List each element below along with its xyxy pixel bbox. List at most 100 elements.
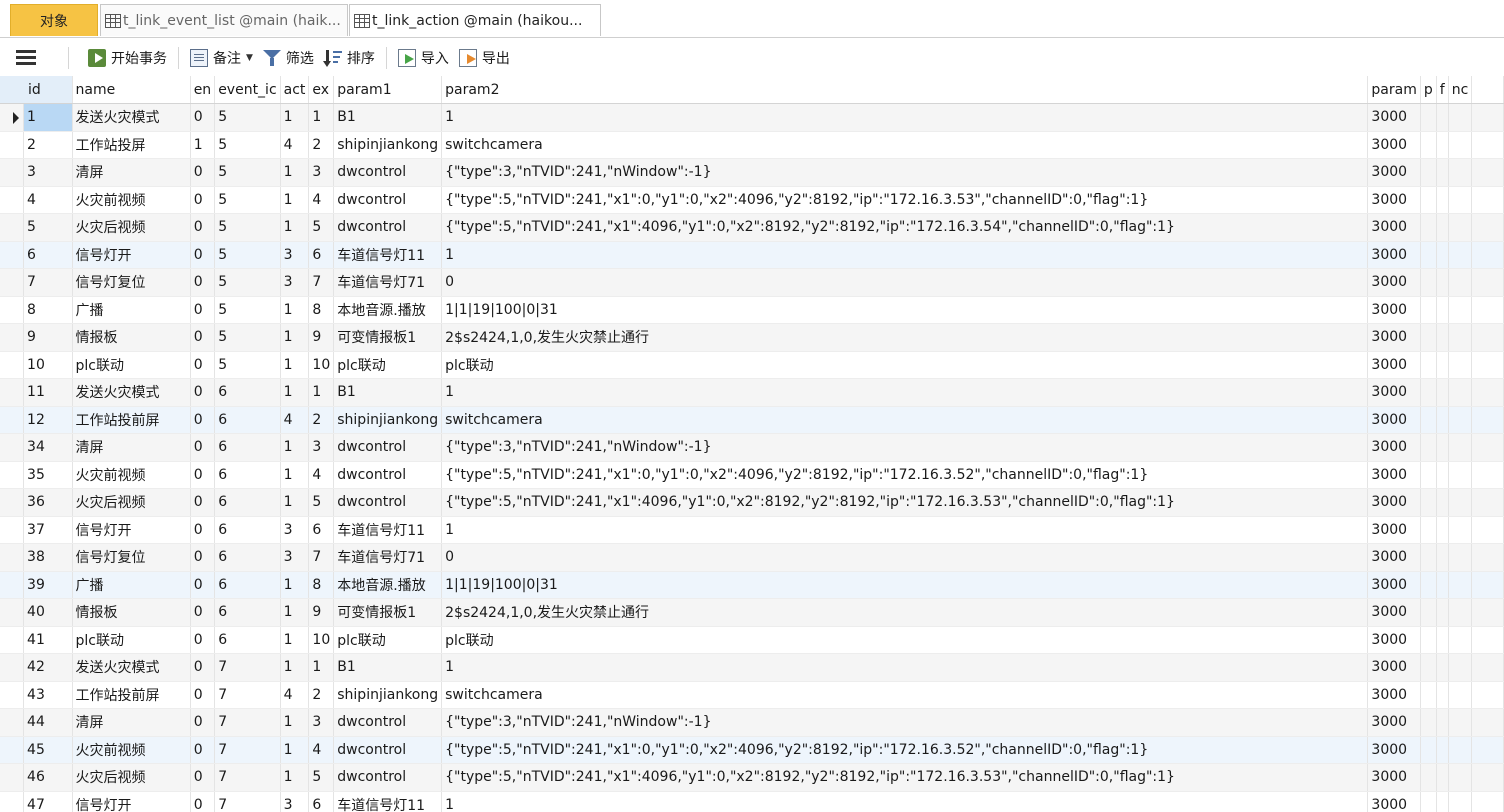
cell-empty[interactable] [1436,433,1449,462]
cell-ex[interactable]: 8 [308,296,335,324]
table-row[interactable]: 42 发送火灾模式 0 7 1 1 B1 1 3000 [0,653,1504,682]
cell-param1[interactable]: dwcontrol [333,461,443,489]
table-row[interactable]: 6 信号灯开 0 5 3 6 车道信号灯11 1 3000 [0,241,1504,269]
column-header-ex[interactable]: ex [308,76,335,104]
cell-param2[interactable]: 1|1|19|100|0|31 [441,571,1369,599]
cell-ex[interactable]: 9 [308,598,335,627]
cell-param2[interactable]: {"type":5,"nTVID":241,"x1":0,"y1":0,"x2"… [441,736,1369,764]
cell-empty[interactable] [1420,791,1437,812]
cell-name[interactable]: 清屏 [72,433,191,462]
cell-param1[interactable]: B1 [333,103,443,132]
cell-en[interactable]: 0 [190,158,216,187]
column-header-id[interactable]: id [0,76,73,104]
cell-empty[interactable] [1448,626,1473,654]
cell-en[interactable]: 1 [190,131,216,159]
cell-act[interactable]: 3 [280,791,310,812]
cell-event-id[interactable]: 5 [214,296,281,324]
cell-param3[interactable]: 3000 [1367,681,1421,709]
cell-event-id[interactable]: 7 [214,708,281,737]
cell-param3[interactable]: 3000 [1367,378,1421,407]
table-row[interactable]: 3 清屏 0 5 1 3 dwcontrol {"type":3,"nTVID":241,"n… [0,158,1504,187]
cell-empty[interactable] [1436,378,1449,407]
cell-ex[interactable]: 7 [308,268,335,297]
row-selector[interactable] [0,406,25,434]
cell-en[interactable]: 0 [190,378,216,407]
menu-icon[interactable] [16,49,36,66]
cell-name[interactable]: 信号灯开 [72,791,191,812]
cell-name[interactable]: 广播 [72,571,191,599]
cell-id[interactable]: 6 [23,241,73,269]
cell-empty[interactable] [1436,543,1449,572]
cell-act[interactable]: 3 [280,241,310,269]
cell-empty[interactable] [1448,516,1473,544]
cell-name[interactable]: 火灾前视频 [72,461,191,489]
cell-empty[interactable] [1420,268,1437,297]
cell-ex[interactable]: 4 [308,186,335,214]
cell-param2[interactable]: 1 [441,516,1369,544]
cell-param1[interactable]: B1 [333,378,443,407]
table-row[interactable]: 2 工作站投屏 1 5 4 2 shipinjiankong switchcamera 3000 [0,131,1504,159]
cell-en[interactable]: 0 [190,296,216,324]
cell-act[interactable]: 1 [280,571,310,599]
cell-act[interactable]: 1 [280,323,310,352]
cell-event-id[interactable]: 6 [214,433,281,462]
row-selector[interactable] [0,653,25,682]
cell-en[interactable]: 0 [190,681,216,709]
cell-act[interactable]: 1 [280,488,310,517]
cell-param2[interactable]: {"type":5,"nTVID":241,"x1":4096,"y1":0,"… [441,213,1369,242]
cell-en[interactable]: 0 [190,708,216,737]
cell-param2[interactable]: {"type":3,"nTVID":241,"nWindow":-1} [441,158,1369,187]
cell-param1[interactable]: dwcontrol [333,488,443,517]
cell-id[interactable]: 37 [23,516,73,544]
cell-id[interactable]: 35 [23,461,73,489]
cell-param3[interactable]: 3000 [1367,158,1421,187]
cell-param1[interactable]: dwcontrol [333,736,443,764]
cell-param2[interactable]: 1 [441,791,1369,812]
cell-empty[interactable] [1436,158,1449,187]
cell-ex[interactable]: 7 [308,543,335,572]
cell-en[interactable]: 0 [190,763,216,792]
cell-act[interactable]: 1 [280,763,310,792]
cell-empty[interactable] [1448,461,1473,489]
cell-name[interactable]: 火灾后视频 [72,488,191,517]
cell-param1[interactable]: 车道信号灯71 [333,268,443,297]
cell-param2[interactable]: 2$s2424,1,0,发生火灾禁止通行 [441,323,1369,352]
cell-id[interactable]: 46 [23,763,73,792]
cell-event-id[interactable]: 5 [214,213,281,242]
cell-param1[interactable]: shipinjiankong [333,681,443,709]
cell-ex[interactable]: 5 [308,488,335,517]
cell-ex[interactable]: 9 [308,323,335,352]
cell-empty[interactable] [1448,406,1473,434]
cell-act[interactable]: 1 [280,213,310,242]
cell-empty[interactable] [1420,351,1437,379]
cell-empty[interactable] [1420,736,1437,764]
cell-act[interactable]: 1 [280,653,310,682]
table-row[interactable]: 12 工作站投前屏 0 6 4 2 shipinjiankong switchcamera 30… [0,406,1504,434]
cell-empty[interactable] [1420,186,1437,214]
cell-param2[interactable]: {"type":3,"nTVID":241,"nWindow":-1} [441,708,1369,737]
cell-empty[interactable] [1436,351,1449,379]
cell-empty[interactable] [1448,158,1473,187]
cell-id[interactable]: 7 [23,268,73,297]
cell-event-id[interactable]: 5 [214,351,281,379]
cell-ex[interactable]: 5 [308,763,335,792]
cell-param1[interactable]: dwcontrol [333,763,443,792]
cell-param2[interactable]: {"type":3,"nTVID":241,"nWindow":-1} [441,433,1369,462]
cell-empty[interactable] [1420,543,1437,572]
cell-empty[interactable] [1436,571,1449,599]
table-row[interactable]: 1 发送火灾模式 0 5 1 1 B1 1 3000 [0,103,1504,132]
cell-id[interactable]: 45 [23,736,73,764]
cell-ex[interactable]: 3 [308,433,335,462]
cell-act[interactable]: 1 [280,598,310,627]
cell-empty[interactable] [1448,268,1473,297]
cell-param3[interactable]: 3000 [1367,461,1421,489]
cell-param1[interactable]: 车道信号灯11 [333,241,443,269]
cell-event-id[interactable]: 5 [214,131,281,159]
cell-param2[interactable]: {"type":5,"nTVID":241,"x1":0,"y1":0,"x2"… [441,461,1369,489]
cell-empty[interactable] [1448,598,1473,627]
row-selector[interactable] [0,516,25,544]
row-selector[interactable] [0,681,25,709]
row-selector[interactable] [0,323,25,352]
cell-event-id[interactable]: 7 [214,791,281,812]
cell-param3[interactable]: 3000 [1367,323,1421,352]
